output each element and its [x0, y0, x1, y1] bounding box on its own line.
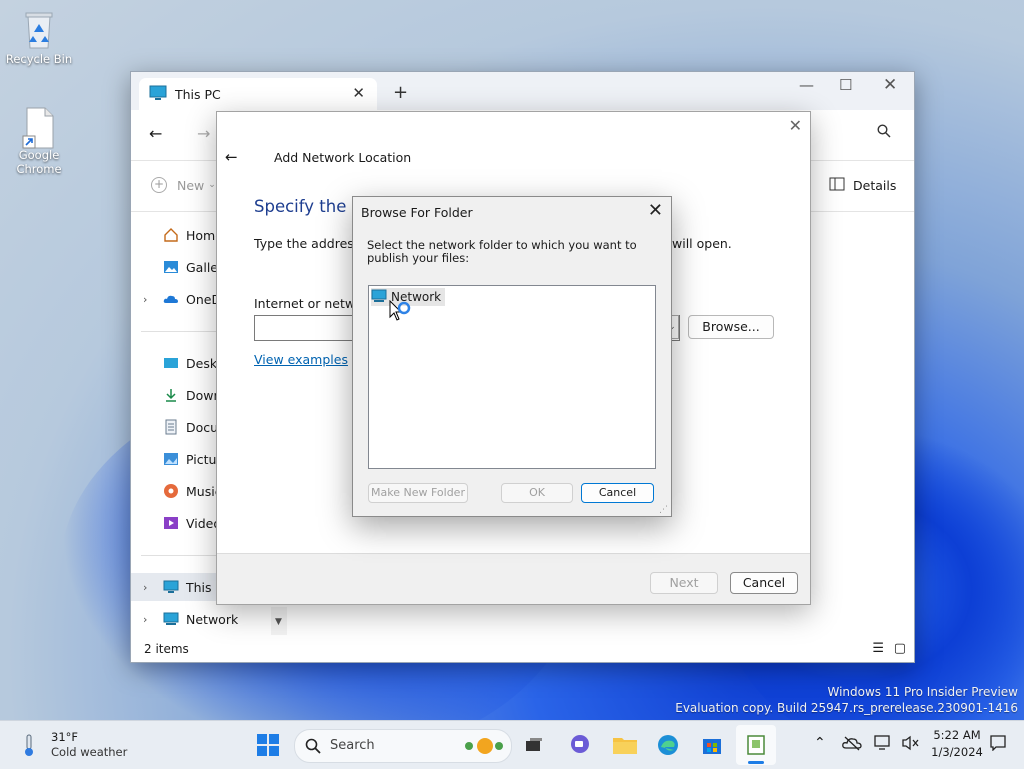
- details-button[interactable]: Details: [829, 177, 896, 194]
- tiles-view-icon[interactable]: ▢: [894, 641, 906, 656]
- dialog-title: Browse For Folder: [361, 205, 473, 220]
- start-button[interactable]: [256, 733, 280, 757]
- desktop-icon-recycle-bin[interactable]: Recycle Bin: [3, 10, 75, 66]
- search-icon[interactable]: [877, 124, 891, 142]
- resize-grip-icon[interactable]: ⋰: [659, 505, 668, 515]
- sidebar-item-network[interactable]: › Network: [131, 605, 271, 633]
- plus-circle-icon: +: [151, 177, 167, 193]
- browse-button[interactable]: Browse...: [688, 315, 774, 339]
- chevron-right-icon[interactable]: ›: [143, 613, 147, 626]
- clock-time[interactable]: 5:22 AM: [932, 728, 982, 742]
- weather-temp: 31°F: [51, 730, 78, 744]
- new-tab-button[interactable]: +: [393, 82, 408, 103]
- details-pane-icon: [829, 177, 845, 194]
- details-label: Details: [853, 178, 897, 193]
- view-examples-link[interactable]: View examples: [254, 352, 348, 367]
- weather-widget[interactable]: 31°F Cold weather: [18, 729, 158, 761]
- gallery-icon: [163, 259, 179, 275]
- taskbar: 31°F Cold weather Search ⌃ 5:22 AM 1/3/2…: [0, 720, 1024, 769]
- chevron-up-icon[interactable]: ⌃: [814, 735, 826, 751]
- close-dialog-button[interactable]: ✕: [648, 200, 663, 221]
- back-arrow-icon[interactable]: ←: [225, 148, 238, 166]
- sidebar-item-label: Network: [186, 611, 239, 627]
- videos-icon: [163, 515, 179, 531]
- chevron-right-icon[interactable]: ›: [143, 581, 147, 594]
- details-view-icon[interactable]: ☰: [872, 641, 884, 656]
- desktop-icon-google-chrome[interactable]: Google Chrome: [3, 106, 75, 176]
- make-new-folder-button[interactable]: Make New Folder: [368, 483, 468, 503]
- chat-icon[interactable]: [568, 733, 592, 757]
- folder-tree[interactable]: Network: [368, 285, 656, 469]
- desktop-icon-label: Recycle Bin: [5, 52, 73, 66]
- close-wizard-button[interactable]: ✕: [789, 116, 802, 135]
- microsoft-store-icon[interactable]: [700, 733, 724, 757]
- back-arrow-icon[interactable]: ←: [149, 124, 162, 143]
- desktop-folder-icon: [163, 355, 179, 371]
- network-icon: [163, 611, 179, 627]
- tab-label: This PC: [175, 86, 221, 102]
- clock-date[interactable]: 1/3/2024: [929, 745, 985, 759]
- new-label: New: [177, 177, 205, 193]
- close-tab-icon[interactable]: ✕: [352, 84, 365, 102]
- minimize-button[interactable]: —: [799, 76, 814, 94]
- cancel-button[interactable]: Cancel: [581, 483, 654, 503]
- new-button[interactable]: + New ⌄: [151, 177, 216, 193]
- status-bar: 2 items ☰ ▢: [131, 638, 914, 662]
- notepad-icon: [744, 733, 768, 760]
- edge-browser-icon[interactable]: [656, 733, 680, 757]
- search-placeholder: Search: [330, 738, 375, 753]
- chevron-down-icon: ⌄: [208, 180, 216, 190]
- volume-muted-icon[interactable]: [902, 735, 920, 754]
- recycle-bin-icon: [21, 10, 57, 50]
- watermark-line-2: Evaluation copy. Build 25947.rs_prerelea…: [675, 701, 1018, 715]
- weather-desc: Cold weather: [51, 745, 128, 759]
- dialog-instruction: Select the network folder to which you w…: [367, 238, 637, 265]
- next-button[interactable]: Next: [650, 572, 718, 594]
- active-indicator: [748, 761, 764, 764]
- tab-bar: This PC ✕ + — ☐ ✕: [131, 72, 914, 110]
- watermark-line-1: Windows 11 Pro Insider Preview: [827, 685, 1018, 699]
- item-count: 2 items: [144, 642, 189, 656]
- ok-button[interactable]: OK: [501, 483, 573, 503]
- chevron-right-icon[interactable]: ›: [143, 293, 147, 306]
- onedrive-offline-icon[interactable]: [842, 735, 862, 754]
- wizard-footer: Next Cancel: [217, 553, 810, 604]
- this-pc-icon: [163, 579, 179, 595]
- close-window-button[interactable]: ✕: [883, 75, 897, 95]
- tab-this-pc[interactable]: This PC ✕: [139, 78, 377, 110]
- arrow-down-icon: ▼: [275, 617, 282, 627]
- browse-for-folder-dialog: Browse For Folder ✕ Select the network f…: [352, 196, 672, 517]
- scrollbar-down-button[interactable]: ▼: [271, 607, 287, 635]
- pictures-icon: [163, 451, 179, 467]
- onedrive-icon: [163, 291, 179, 307]
- task-view-icon[interactable]: [522, 733, 546, 757]
- monitor-icon: [149, 85, 167, 104]
- forward-arrow-icon[interactable]: →: [197, 124, 210, 143]
- network-status-icon[interactable]: [874, 735, 892, 754]
- wizard-title: Add Network Location: [274, 150, 412, 165]
- home-icon: [163, 227, 179, 243]
- taskbar-active-app[interactable]: [736, 725, 776, 765]
- desktop-icon-label: Google Chrome: [16, 148, 62, 176]
- notification-icon[interactable]: [990, 735, 1006, 754]
- wizard-description-tail: will open.: [672, 236, 732, 251]
- network-icon: [371, 289, 387, 306]
- file-explorer-icon[interactable]: [612, 733, 637, 757]
- search-box[interactable]: Search: [294, 729, 512, 763]
- file-shortcut-icon: [21, 106, 57, 149]
- downloads-icon: [163, 387, 179, 403]
- search-highlight-icon: [459, 735, 507, 760]
- maximize-button[interactable]: ☐: [839, 76, 852, 94]
- search-icon: [305, 738, 321, 757]
- documents-icon: [163, 419, 179, 435]
- mouse-cursor-busy-icon: [389, 299, 413, 329]
- thermometer-icon: [22, 733, 36, 760]
- cancel-button[interactable]: Cancel: [730, 572, 798, 594]
- music-icon: [163, 483, 179, 499]
